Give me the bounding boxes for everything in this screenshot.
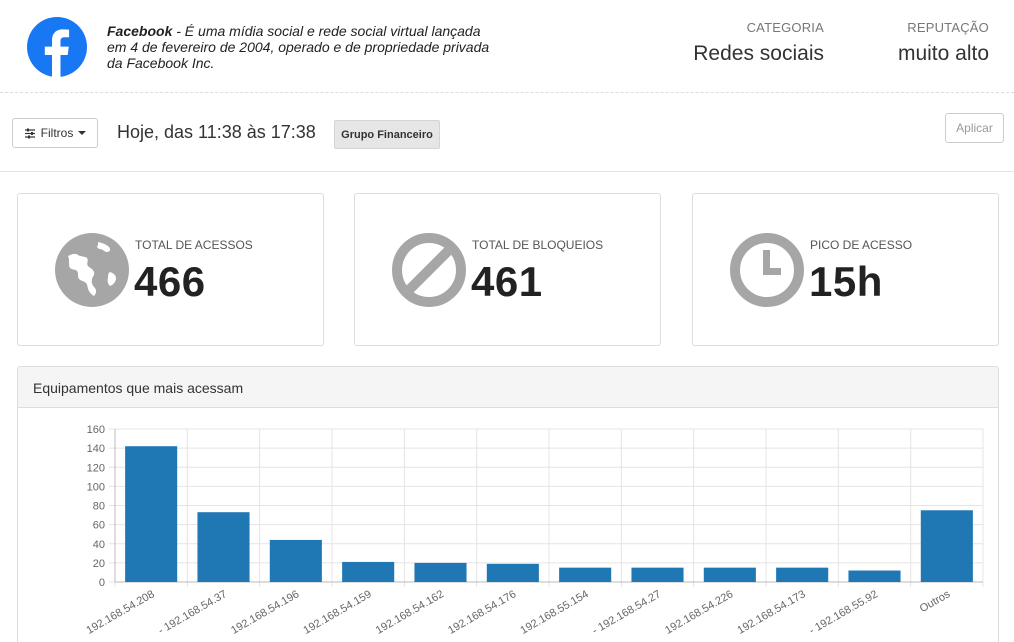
stat-value: 461 [471, 258, 543, 305]
stat-card-total-accesses: TOTAL DE ACESSOS 466 [17, 193, 324, 346]
x-tick-label: - 192.168.55.92 [807, 588, 880, 637]
x-tick-label: 192.168.54.176 [446, 588, 518, 637]
x-tick-label: - 192.168.54.37 [156, 588, 229, 637]
caret-down-icon [78, 131, 87, 135]
stat-card-total-blocks: TOTAL DE BLOQUEIOS 461 [354, 193, 661, 346]
bar-chart: 020406080100120140160192.168.54.208- 192… [84, 424, 984, 637]
chart-bar [631, 567, 684, 582]
x-tick-label: 192.168.54.196 [229, 588, 301, 637]
filters-label: Filtros [40, 126, 74, 140]
y-tick-label: 140 [87, 443, 105, 455]
sliders-icon [24, 128, 35, 138]
chart-bar [125, 446, 178, 582]
stat-label: TOTAL DE BLOQUEIOS [472, 238, 604, 252]
y-tick-label: 100 [87, 481, 105, 493]
chart-bar [848, 570, 901, 582]
app-description: Facebook - É uma mídia social e rede soc… [107, 23, 502, 71]
y-tick-label: 120 [87, 462, 105, 474]
chart-bar [197, 512, 250, 582]
x-tick-label: 192.168.54.208 [84, 588, 156, 637]
x-tick-label: 192.168.54.173 [735, 588, 807, 637]
y-tick-label: 80 [93, 501, 105, 513]
category-value: Redes sociais [693, 42, 824, 65]
x-tick-label: 192.168.54.162 [374, 588, 446, 637]
x-tick-label: 192.168.55.154 [518, 588, 590, 637]
stat-value: 466 [134, 258, 206, 305]
y-tick-label: 0 [99, 577, 105, 589]
facebook-logo-icon [27, 17, 87, 77]
app-header: Facebook - É uma mídia social e rede soc… [0, 0, 1014, 93]
globe-icon [55, 233, 129, 307]
stat-card-peak-access: PICO DE ACESSO 15h [692, 193, 999, 346]
chart-bar [559, 567, 612, 582]
y-tick-label: 160 [87, 424, 105, 436]
block-icon [392, 233, 466, 307]
apply-button[interactable]: Aplicar [945, 113, 1004, 143]
clock-icon [730, 233, 804, 307]
app-name: Facebook [107, 23, 173, 39]
date-range: Hoje, das 11:38 às 17:38 [117, 122, 316, 142]
y-tick-label: 20 [93, 558, 105, 570]
filters-button[interactable]: Filtros [12, 118, 98, 148]
category-label: CATEGORIA [746, 20, 824, 35]
group-tag[interactable]: Grupo Financeiro [334, 120, 440, 149]
y-tick-label: 60 [93, 520, 105, 532]
chart-bar [703, 567, 756, 582]
chart-bar [269, 539, 322, 582]
y-tick-label: 40 [93, 539, 105, 551]
x-tick-label: 192.168.54.226 [663, 588, 735, 637]
chart-bar [486, 563, 539, 582]
reputation-block: REPUTAÇÃO muito alto [898, 20, 989, 66]
stat-value: 15h [809, 258, 883, 305]
toolbar: Filtros Hoje, das 11:38 às 17:38 Grupo F… [0, 94, 1014, 172]
chart-bar [414, 562, 467, 582]
stat-label: TOTAL DE ACESSOS [135, 238, 253, 252]
chart-bar [920, 510, 973, 582]
x-tick-label: Outros [918, 588, 953, 615]
chart-panel: Equipamentos que mais acessam 0 20 40 60 80 1… [17, 366, 999, 642]
category-block: CATEGORIA Redes sociais [693, 20, 824, 66]
reputation-value: muito alto [897, 42, 989, 65]
chart-bar [342, 561, 395, 582]
reputation-label: REPUTAÇÃO [907, 20, 989, 35]
x-tick-label: - 192.168.54.27 [590, 588, 663, 637]
stat-label: PICO DE ACESSO [810, 238, 913, 252]
x-tick-label: 192.168.54.159 [301, 588, 373, 637]
chart-bar [776, 567, 829, 582]
